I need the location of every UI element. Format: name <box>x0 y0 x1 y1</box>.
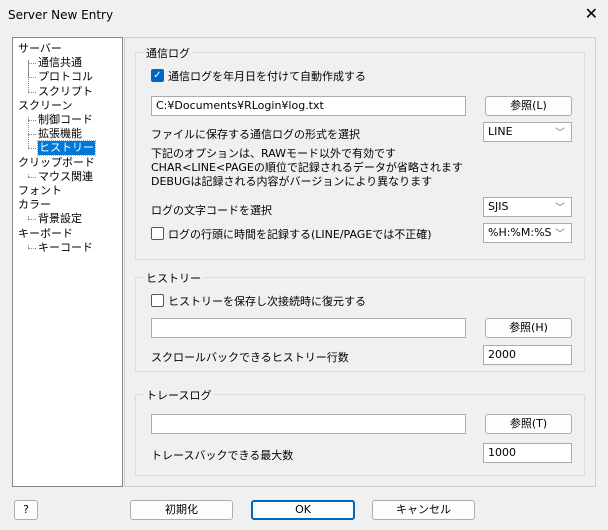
time-format-select[interactable]: %H:%M:%S ﹀ <box>483 223 572 243</box>
tree-connector <box>28 134 36 136</box>
settings-tree[interactable]: サーバー 通信共通 プロトコル スクリプト スクリーン 制御コード 拡張機能 ヒストリー クリッ… <box>12 37 123 487</box>
tree-connector <box>28 176 36 178</box>
tree-connector <box>28 216 29 220</box>
history-group-label: ヒストリー <box>144 270 203 286</box>
trace-group-label: トレースログ <box>144 387 214 403</box>
tree-item[interactable]: プロトコル <box>38 70 93 84</box>
tree-item[interactable]: キーボード <box>18 227 73 241</box>
tree-connector <box>28 77 36 79</box>
tree-connector <box>28 244 29 248</box>
log-group-label: 通信ログ <box>144 45 192 61</box>
settings-panel: 通信ログ ✓ 通信ログを年月日を付けて自動作成する C:¥Documents¥R… <box>124 37 596 487</box>
tree-item[interactable]: カラー <box>18 198 51 212</box>
window-title: Server New Entry <box>8 8 114 22</box>
tree-connector <box>28 60 29 92</box>
tree-connector <box>28 219 36 221</box>
tree-connector <box>28 173 29 177</box>
time-stamp-checkbox[interactable] <box>151 227 164 240</box>
title-bar: Server New Entry ✕ <box>0 0 608 30</box>
tree-item[interactable]: サーバー <box>18 42 62 56</box>
tree-connector <box>28 116 29 149</box>
tree-item[interactable]: 制御コード <box>38 113 93 127</box>
history-lines-label: スクロールバックできるヒストリー行数 <box>151 351 349 364</box>
log-browse-button[interactable]: 参照(L) <box>485 96 572 116</box>
cancel-button[interactable]: キャンセル <box>372 500 475 520</box>
tree-connector <box>28 148 36 150</box>
tree-item[interactable]: 通信共通 <box>38 56 82 70</box>
close-icon[interactable]: ✕ <box>585 4 598 23</box>
tree-connector <box>28 120 36 121</box>
history-save-checkbox[interactable] <box>151 294 164 307</box>
help-button[interactable]: ? <box>14 500 38 520</box>
reset-button[interactable]: 初期化 <box>130 500 233 520</box>
trace-max-label: トレースバックできる最大数 <box>151 449 294 462</box>
tree-item[interactable]: スクリーン <box>18 99 72 113</box>
log-path-input[interactable]: C:¥Documents¥RLogin¥log.txt <box>151 96 466 116</box>
auto-log-label: 通信ログを年月日を付けて自動作成する <box>168 70 366 83</box>
history-group: ヒストリー ヒストリーを保存し次接続時に復元する 参照(H) スクロールバックで… <box>135 270 585 372</box>
tree-item[interactable]: フォント <box>18 184 62 198</box>
history-lines-input[interactable]: 2000 <box>483 345 572 365</box>
tree-item[interactable]: キーコード <box>38 241 93 255</box>
trace-group: トレースログ 参照(T) トレースバックできる最大数 1000 <box>135 387 585 476</box>
time-stamp-label: ログの行頭に時間を記録する(LINE/PAGEでは不正確) <box>168 228 432 241</box>
tree-item[interactable]: スクリプト <box>38 85 93 99</box>
tree-item[interactable]: ヒストリー <box>37 140 96 157</box>
trace-path-input[interactable] <box>151 414 466 434</box>
log-format-value: LINE <box>488 125 513 138</box>
history-browse-button[interactable]: 参照(H) <box>485 318 572 338</box>
chevron-down-icon: ﹀ <box>555 128 565 139</box>
charset-label: ログの文字コードを選択 <box>151 204 272 217</box>
log-group: 通信ログ ✓ 通信ログを年月日を付けて自動作成する C:¥Documents¥R… <box>135 45 585 260</box>
chevron-down-icon: ﹀ <box>555 203 565 214</box>
trace-max-input[interactable]: 1000 <box>483 443 572 463</box>
tree-item[interactable]: 拡張機能 <box>38 127 82 141</box>
tree-connector <box>28 63 36 65</box>
chevron-down-icon: ﹀ <box>555 229 565 240</box>
tree-item[interactable]: 背景設定 <box>38 212 82 226</box>
ok-button[interactable]: OK <box>251 500 355 520</box>
tree-item[interactable]: クリップボード <box>18 156 95 170</box>
tree-item[interactable]: マウス関連 <box>38 170 93 184</box>
log-format-select[interactable]: LINE ﹀ <box>483 122 572 142</box>
tree-connector <box>28 91 36 93</box>
trace-browse-button[interactable]: 参照(T) <box>485 414 572 434</box>
note-line-3: DEBUGは記録される内容がバージョンにより異なります <box>151 175 433 188</box>
tree-connector <box>28 247 36 249</box>
auto-log-checkbox[interactable]: ✓ <box>151 69 164 82</box>
charset-value: SJIS <box>488 200 509 213</box>
log-format-label: ファイルに保存する通信ログの形式を選択 <box>151 128 360 141</box>
time-format-value: %H:%M:%S <box>488 226 552 239</box>
history-save-label: ヒストリーを保存し次接続時に復元する <box>168 295 366 308</box>
history-path-input[interactable] <box>151 318 466 338</box>
charset-select[interactable]: SJIS ﹀ <box>483 197 572 217</box>
